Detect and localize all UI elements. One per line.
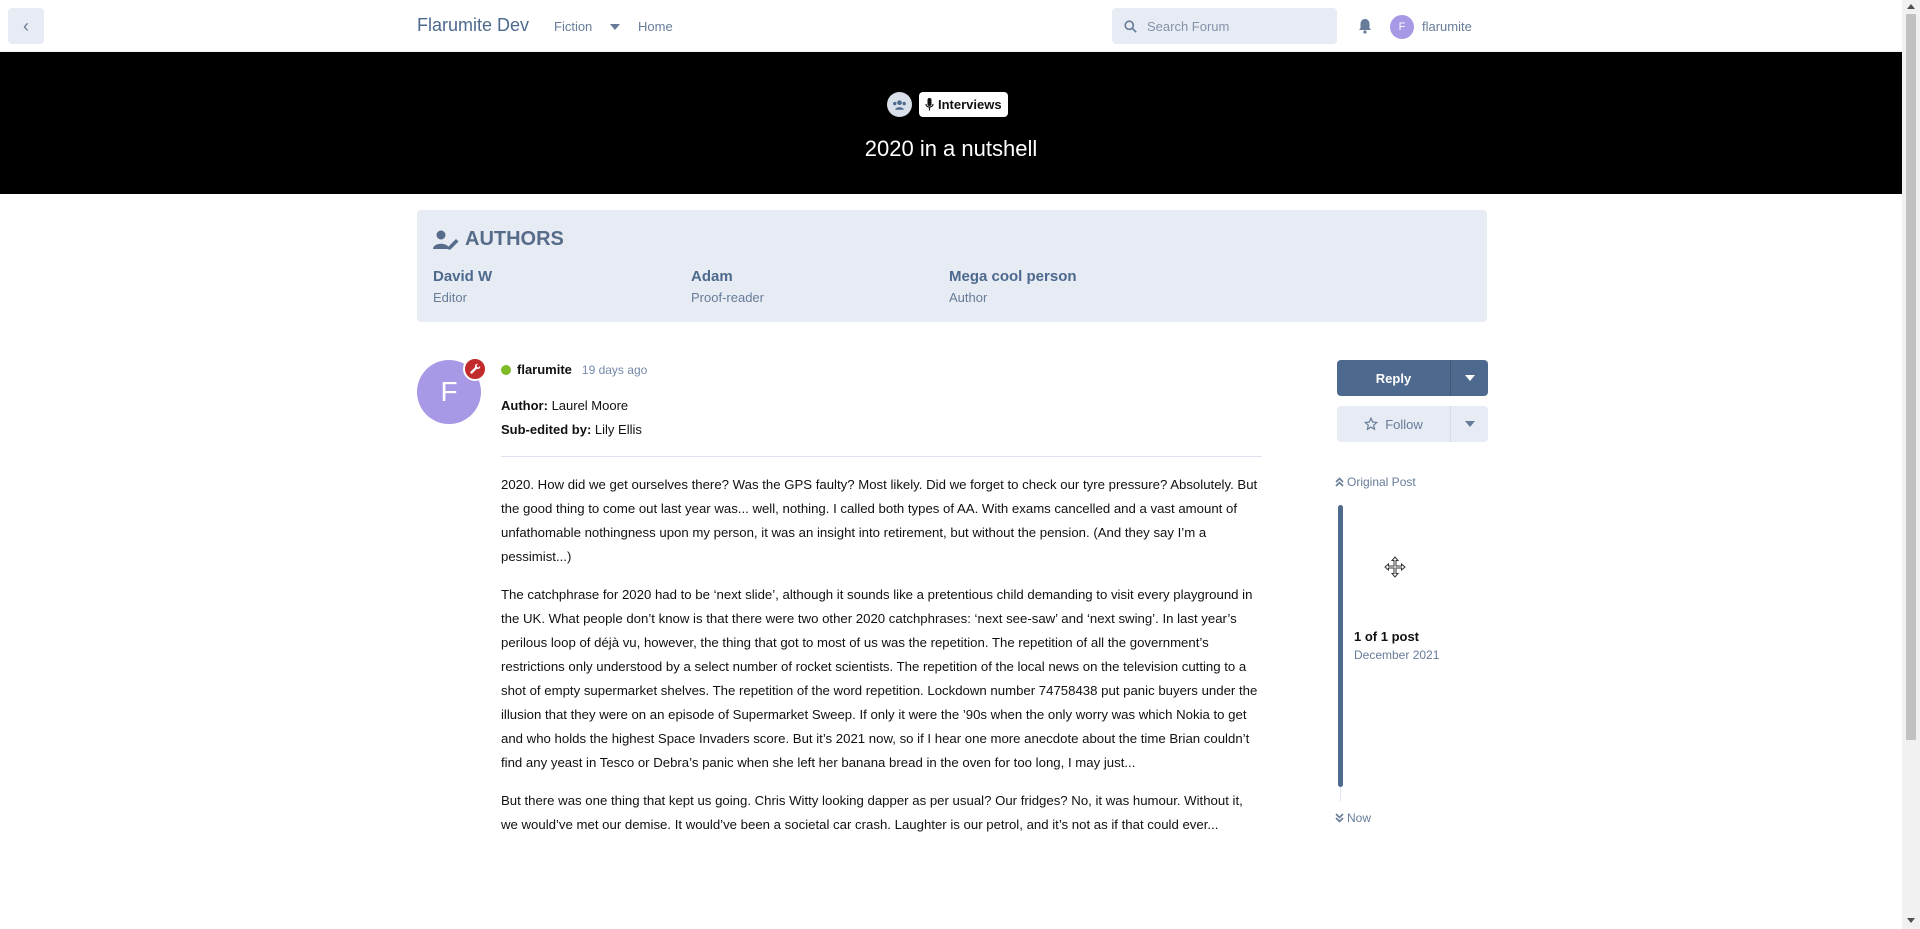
chevron-left-icon: ‹ bbox=[23, 15, 29, 36]
wrench-icon bbox=[470, 363, 481, 374]
nav-fiction-label: Fiction bbox=[554, 19, 593, 34]
page-scrollbar[interactable] bbox=[1902, 0, 1920, 929]
author-role: Proof-reader bbox=[691, 290, 764, 305]
caret-down-icon bbox=[610, 23, 621, 30]
author-item: David W Editor bbox=[433, 268, 492, 305]
search-icon bbox=[1124, 19, 1137, 33]
move-cursor-icon bbox=[1384, 556, 1406, 578]
search-input[interactable]: Search Forum bbox=[1112, 8, 1337, 44]
caret-down-icon bbox=[1464, 421, 1475, 427]
author-role: Editor bbox=[433, 290, 467, 305]
authors-heading-label: AUTHORS bbox=[465, 228, 564, 250]
user-menu[interactable]: flarumite bbox=[1422, 19, 1472, 34]
scrollbar-thumb[interactable] bbox=[1906, 14, 1916, 740]
post-divider bbox=[501, 456, 1262, 457]
author-item: Mega cool person Author bbox=[949, 268, 1077, 305]
scrubber-post-count: 1 of 1 post bbox=[1354, 629, 1420, 644]
scrubber-date: December 2021 bbox=[1354, 648, 1440, 662]
scrubber-track bbox=[1340, 787, 1341, 801]
nav-home-link[interactable]: Home bbox=[638, 19, 673, 34]
author-value: Laurel Moore bbox=[551, 398, 629, 413]
tag-interviews[interactable]: Interviews bbox=[919, 92, 1008, 117]
scrubber-now[interactable]: Now bbox=[1335, 811, 1371, 825]
back-button[interactable]: ‹ bbox=[8, 8, 44, 44]
user-avatar[interactable]: F bbox=[1390, 15, 1414, 39]
scrubber-original-post[interactable]: Original Post bbox=[1335, 475, 1416, 489]
post-header: flarumite 19 days ago bbox=[501, 362, 647, 377]
tag-group-icon[interactable] bbox=[887, 92, 912, 117]
app-header: ‹ Flarumite Dev Fiction Home Search Foru… bbox=[0, 0, 1902, 52]
caret-down-icon bbox=[1464, 375, 1475, 381]
author-name[interactable]: Adam bbox=[691, 268, 764, 285]
discussion-title: 2020 in a nutshell bbox=[864, 136, 1038, 161]
online-status-icon bbox=[501, 364, 511, 375]
post-paragraph: But there was one thing that kept us goi… bbox=[501, 793, 1243, 832]
authors-panel: AUTHORS David W Editor Adam Proof-reader… bbox=[417, 210, 1487, 322]
now-label: Now bbox=[1347, 811, 1372, 825]
search-placeholder: Search Forum bbox=[1147, 18, 1230, 34]
author-label: Author: bbox=[501, 398, 548, 413]
double-chevron-down-icon bbox=[1335, 813, 1344, 823]
subedit-label: Sub-edited by: bbox=[501, 422, 592, 437]
star-icon bbox=[1364, 417, 1379, 431]
scrubber-handle[interactable] bbox=[1338, 505, 1343, 787]
follow-button-group: Follow bbox=[1337, 406, 1488, 442]
post-author-line: Author: Laurel Moore bbox=[501, 398, 628, 413]
nav-fiction-dropdown[interactable]: Fiction bbox=[554, 19, 621, 34]
authors-heading: AUTHORS bbox=[433, 228, 564, 251]
author-role: Author bbox=[949, 290, 988, 305]
follow-dropdown-toggle[interactable] bbox=[1451, 406, 1488, 442]
author-name[interactable]: Mega cool person bbox=[949, 268, 1077, 285]
post-body: 2020. How did we get ourselves there? Wa… bbox=[501, 473, 1263, 851]
tag-label: Interviews bbox=[938, 97, 1002, 112]
post-timestamp[interactable]: 19 days ago bbox=[582, 363, 647, 377]
users-icon bbox=[893, 99, 906, 110]
follow-button[interactable]: Follow bbox=[1337, 406, 1451, 442]
follow-label: Follow bbox=[1385, 416, 1423, 432]
post-username[interactable]: flarumite bbox=[517, 362, 572, 377]
post-paragraph: The catchphrase for 2020 had to be ‘next… bbox=[501, 587, 1258, 770]
forum-title[interactable]: Flarumite Dev bbox=[417, 15, 529, 36]
discussion-hero: Interviews 2020 in a nutshell bbox=[0, 52, 1902, 194]
scroll-up-arrow-icon[interactable] bbox=[1907, 4, 1915, 9]
bell-icon[interactable] bbox=[1357, 18, 1373, 34]
author-item: Adam Proof-reader bbox=[691, 268, 764, 305]
reply-button-group: Reply bbox=[1337, 360, 1488, 396]
double-chevron-up-icon bbox=[1335, 477, 1344, 487]
microphone-icon bbox=[925, 98, 934, 111]
author-name[interactable]: David W bbox=[433, 268, 492, 285]
original-post-label: Original Post bbox=[1347, 475, 1416, 489]
post-subedit-line: Sub-edited by: Lily Ellis bbox=[501, 422, 642, 437]
user-edit-icon bbox=[433, 230, 459, 249]
moderator-badge bbox=[463, 357, 487, 381]
reply-button[interactable]: Reply bbox=[1337, 360, 1451, 396]
scroll-down-arrow-icon[interactable] bbox=[1907, 918, 1915, 923]
reply-dropdown-toggle[interactable] bbox=[1451, 360, 1488, 396]
subedit-value: Lily Ellis bbox=[594, 422, 642, 437]
post-paragraph: 2020. How did we get ourselves there? Wa… bbox=[501, 477, 1258, 564]
